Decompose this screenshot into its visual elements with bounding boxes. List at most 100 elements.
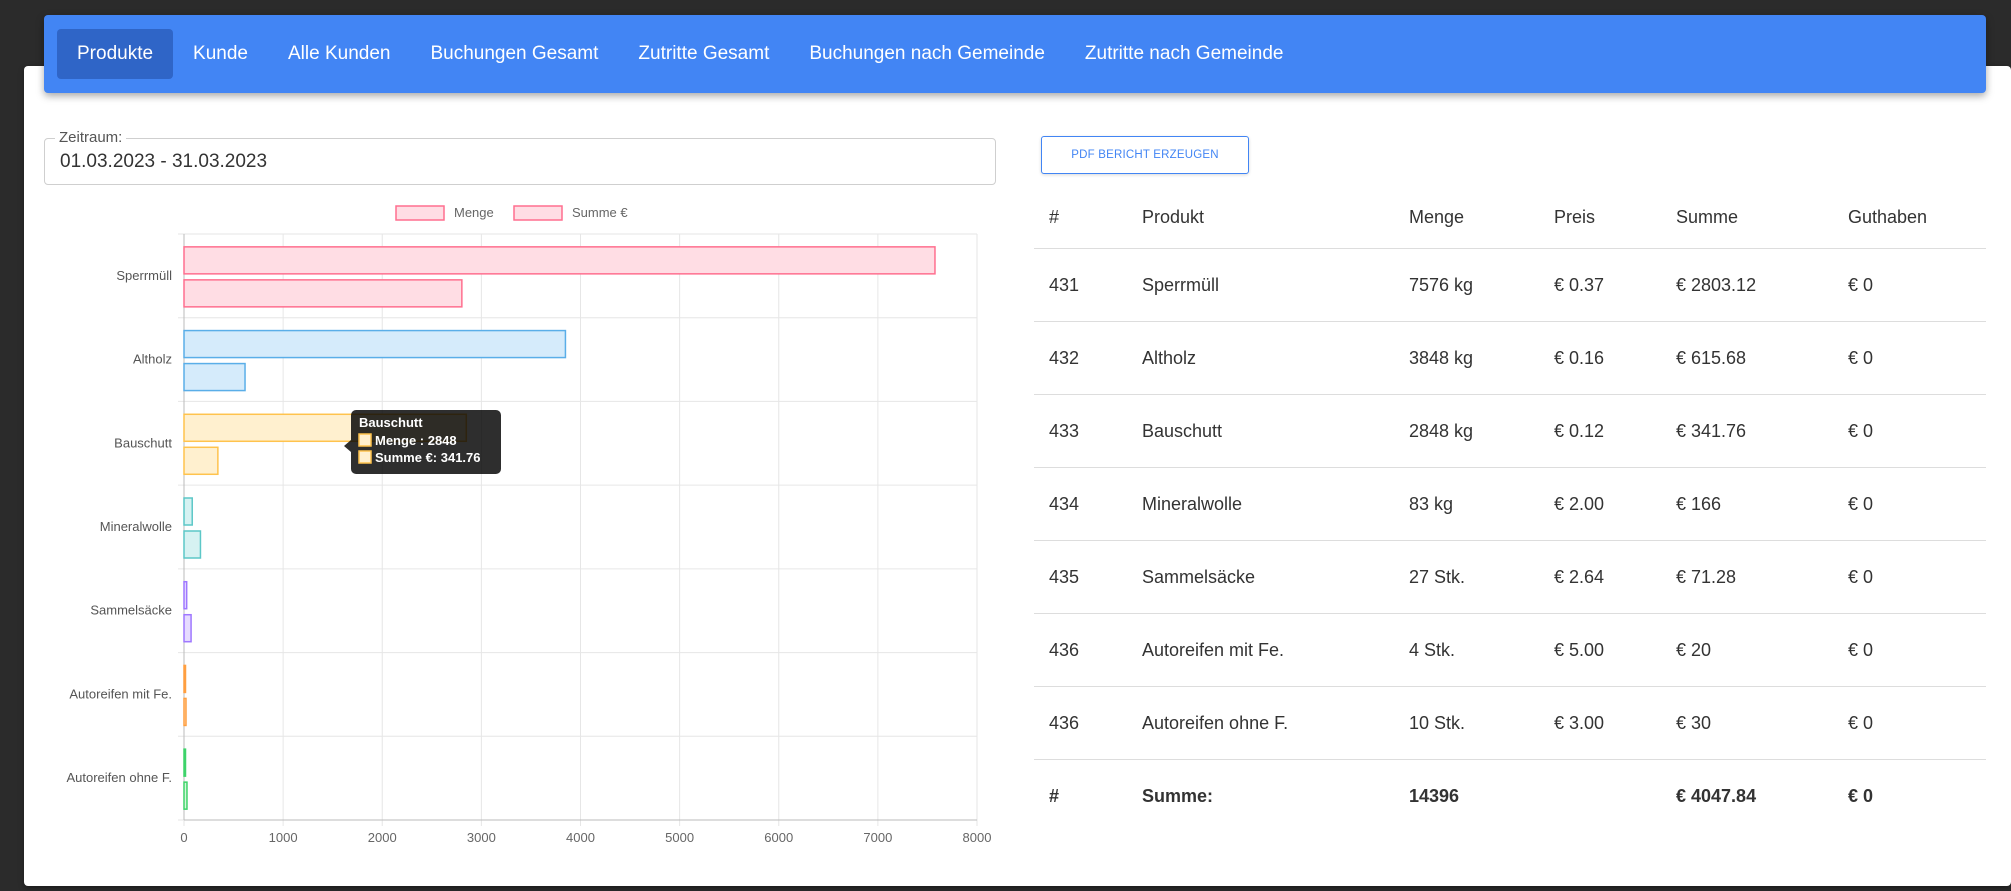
bar-summe [183,613,192,643]
legend-label: Summe € [572,205,628,220]
cell-produkt: Autoreifen mit Fe. [1141,613,1408,687]
table-row: 431 Sperrmüll 7576 kg € 0.37 € 2803.12 €… [1034,248,1986,322]
date-range-label: Zeitraum: [55,129,127,146]
cell-id: 431 [1034,248,1141,322]
cell-summe: € 30 [1675,686,1847,760]
cell-id: 432 [1034,321,1141,395]
top-navbar: Produkte Kunde Alle Kunden Buchungen Ges… [44,15,1986,93]
footer-id: # [1049,785,1060,806]
cell-produkt: Sammelsäcke [1141,540,1408,614]
cell-menge: 83 kg [1408,467,1553,541]
cell-guthaben: € 0 [1847,467,1986,541]
x-tick-label: 7000 [863,830,892,845]
footer-label: Summe: [1142,785,1214,806]
date-range-value[interactable]: 01.03.2023 - 31.03.2023 [60,151,267,173]
tooltip-title: Bauschutt [359,415,423,430]
cell-produkt: Autoreifen ohne F. [1141,686,1408,760]
cell-preis: € 0.37 [1553,248,1675,322]
table-row: 432 Altholz 3848 kg € 0.16 € 615.68 € 0 [1034,321,1986,395]
tooltip-line: Menge : 2848 [375,433,457,448]
table-row: 435 Sammelsäcke 27 Stk. € 2.64 € 71.28 €… [1034,540,1986,614]
cell-produkt: Mineralwolle [1141,467,1408,541]
footer-preis [1553,760,1675,833]
x-tick-label: 4000 [566,830,595,845]
col-header-id: # [1034,186,1141,249]
cell-preis: € 3.00 [1553,686,1675,760]
y-tick-label: Autoreifen mit Fe. [69,686,172,701]
tooltip-swatch [358,450,372,464]
nav-tab-buchungen-gesamt[interactable]: Buchungen Gesamt [410,29,618,79]
cell-id: 435 [1034,540,1141,614]
table-footer-row: # Summe: 14396 € 4047.84 € 0 [1034,760,1986,833]
col-header-menge: Menge [1408,186,1553,249]
cell-produkt: Bauschutt [1141,394,1408,468]
footer-guthaben-total: € 0 [1848,785,1874,806]
table-header-row: # Produkt Menge Preis Summe Guthaben [1034,186,1986,249]
legend-swatch [395,205,445,221]
bar-menge [183,329,567,359]
cell-preis: € 0.16 [1553,321,1675,395]
bar-summe [183,279,463,308]
x-tick-label: 3000 [467,830,496,845]
nav-tab-zutritte-gesamt[interactable]: Zutritte Gesamt [618,29,789,79]
cell-guthaben: € 0 [1847,686,1986,760]
bar-summe [183,530,202,559]
nav-tab-kunde[interactable]: Kunde [173,29,268,79]
col-header-produkt: Produkt [1141,186,1408,249]
cell-guthaben: € 0 [1847,613,1986,687]
y-tick-label: Autoreifen ohne F. [66,770,172,785]
table-row: 436 Autoreifen mit Fe. 4 Stk. € 5.00 € 2… [1034,613,1986,687]
product-table: # Produkt Menge Preis Summe Guthaben 431… [1034,186,1986,832]
cell-summe: € 71.28 [1675,540,1847,614]
cell-preis: € 0.12 [1553,394,1675,468]
cell-preis: € 2.64 [1553,540,1675,614]
cell-guthaben: € 0 [1847,394,1986,468]
legend-swatch [513,205,563,221]
x-tick-label: 8000 [963,830,992,845]
legend-label: Menge [454,205,494,220]
cell-produkt: Sperrmüll [1141,248,1408,322]
x-tick-label: 1000 [269,830,298,845]
cell-menge: 27 Stk. [1408,540,1553,614]
y-tick-label: Bauschutt [114,435,172,450]
bar-summe [183,781,188,810]
bar-menge [183,664,187,694]
col-header-guthaben: Guthaben [1847,186,1986,249]
y-tick-label: Mineralwolle [100,519,172,534]
table-row: 436 Autoreifen ohne F. 10 Stk. € 3.00 € … [1034,686,1986,760]
table-row: 434 Mineralwolle 83 kg € 2.00 € 166 € 0 [1034,467,1986,541]
cell-menge: 10 Stk. [1408,686,1553,760]
cell-produkt: Altholz [1141,321,1408,395]
tooltip-swatch [358,433,372,447]
cell-summe: € 166 [1675,467,1847,541]
cell-id: 436 [1034,686,1141,760]
cell-guthaben: € 0 [1847,248,1986,322]
product-bar-chart: 0 1000 2000 3000 4000 5000 6000 7000 8000 Sperrmü… [40,198,1000,858]
nav-tab-alle-kunden[interactable]: Alle Kunden [268,29,410,79]
y-tick-label: Altholz [133,352,172,367]
col-header-preis: Preis [1553,186,1675,249]
cell-summe: € 2803.12 [1675,248,1847,322]
date-range-field[interactable]: Zeitraum: 01.03.2023 - 31.03.2023 [44,129,996,185]
nav-tab-produkte[interactable]: Produkte [57,29,174,79]
cell-id: 434 [1034,467,1141,541]
y-tick-label: Sammelsäcke [90,603,172,618]
cell-summe: € 341.76 [1675,394,1847,468]
bar-menge [183,246,936,275]
cell-preis: € 5.00 [1553,613,1675,687]
cell-preis: € 2.00 [1553,467,1675,541]
cell-guthaben: € 0 [1847,321,1986,395]
nav-tab-zutritte-nach-gemeinde[interactable]: Zutritte nach Gemeinde [1065,29,1304,79]
cell-menge: 7576 kg [1408,248,1553,322]
footer-summe-total: € 4047.84 [1676,785,1757,806]
y-tick-label: Sperrmüll [116,268,172,283]
bar-menge [183,497,193,526]
cell-menge: 4 Stk. [1408,613,1553,687]
table-row: 433 Bauschutt 2848 kg € 0.12 € 341.76 € … [1034,394,1986,468]
bar-summe [183,697,187,727]
cell-menge: 3848 kg [1408,321,1553,395]
pdf-report-button[interactable]: PDF BERICHT ERZEUGEN [1041,136,1249,174]
nav-tab-buchungen-nach-gemeinde[interactable]: Buchungen nach Gemeinde [789,29,1065,79]
cell-summe: € 20 [1675,613,1847,687]
bar-summe [183,446,219,476]
